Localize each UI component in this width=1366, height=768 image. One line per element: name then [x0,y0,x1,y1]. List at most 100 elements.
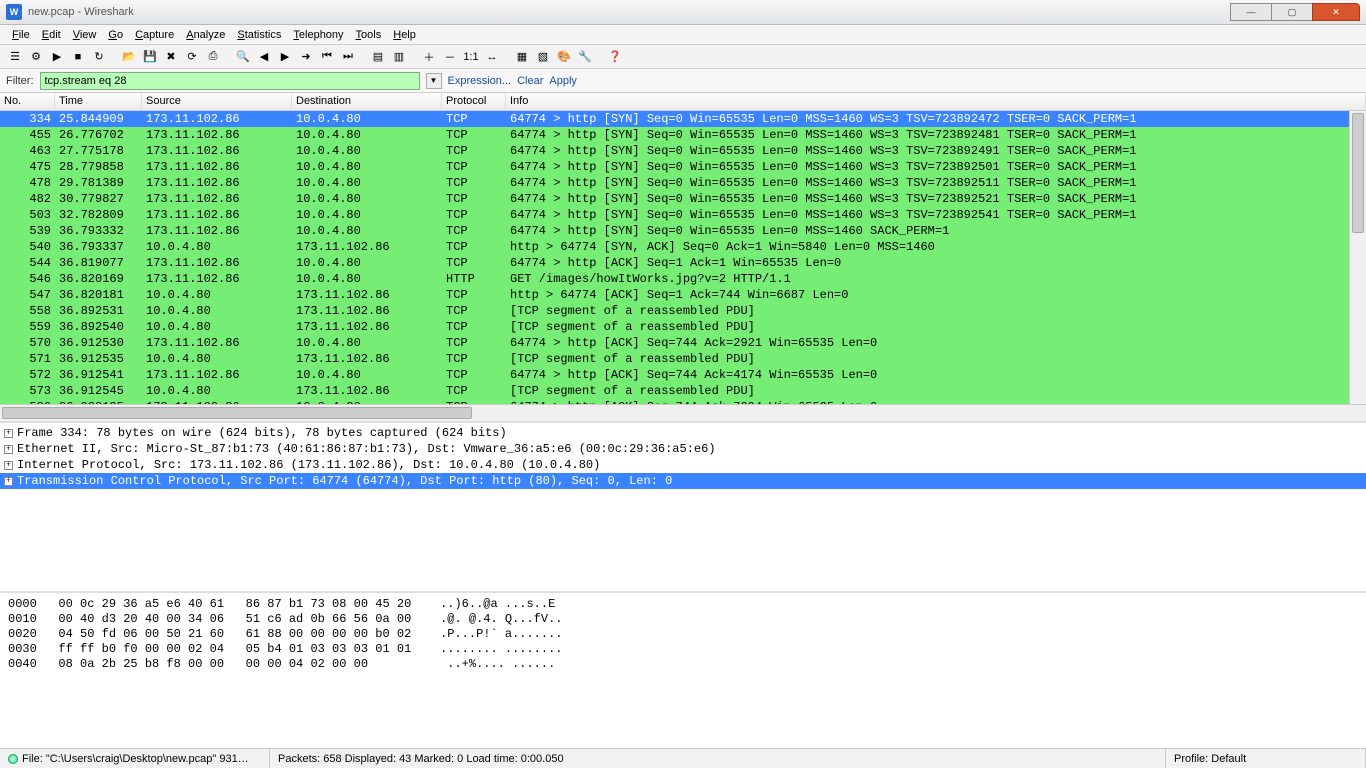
toolbar-separator [411,48,417,66]
reload-icon[interactable]: ⟳ [183,48,201,66]
display-filters-icon[interactable]: ▧ [534,48,552,66]
window-titlebar: W new.pcap - Wireshark — ▢ ✕ [0,0,1366,25]
expression-button[interactable]: Expression... [448,75,512,87]
expand-icon[interactable]: + [4,477,13,486]
menu-edit[interactable]: Edit [36,27,67,43]
menu-view[interactable]: View [67,27,103,43]
status-file[interactable]: File: "C:\Users\craig\Desktop\new.pcap" … [0,749,270,768]
print-icon[interactable]: ⎙ [204,48,222,66]
packet-bytes-pane[interactable]: 0000 00 0c 29 36 a5 e6 40 61 86 87 b1 73… [0,593,1366,743]
filter-label: Filter: [6,75,34,87]
wireshark-icon: W [6,4,22,20]
capture-options-icon[interactable]: ⚙ [27,48,45,66]
zoom-out-icon[interactable]: － [441,48,459,66]
vertical-scrollbar[interactable] [1349,111,1366,404]
menu-bar: FileEditViewGoCaptureAnalyzeStatisticsTe… [0,25,1366,45]
apply-button[interactable]: Apply [549,75,577,87]
find-icon[interactable]: 🔍 [234,48,252,66]
packet-row[interactable]: 45526.776702173.11.102.8610.0.4.80TCP647… [0,127,1366,143]
status-bar: File: "C:\Users\craig\Desktop\new.pcap" … [0,748,1366,768]
toolbar-separator [360,48,366,66]
menu-statistics[interactable]: Statistics [231,27,287,43]
restart-capture-icon[interactable]: ↻ [90,48,108,66]
filter-input[interactable] [40,72,420,90]
capture-filters-icon[interactable]: ▦ [513,48,531,66]
colorize-icon[interactable]: ▤ [369,48,387,66]
help-icon[interactable]: ❓ [606,48,624,66]
col-header-no[interactable]: No. [0,93,55,110]
menu-tools[interactable]: Tools [350,27,388,43]
toolbar-separator [225,48,231,66]
menu-go[interactable]: Go [102,27,129,43]
close-icon[interactable]: ✖ [162,48,180,66]
zoom-in-icon[interactable]: ＋ [420,48,438,66]
open-icon[interactable]: 📂 [120,48,138,66]
close-button[interactable]: ✕ [1312,3,1360,21]
go-last-icon[interactable]: ⏭ [339,48,357,66]
packet-row[interactable]: 55836.89253110.0.4.80173.11.102.86TCP[TC… [0,303,1366,319]
interfaces-icon[interactable]: ☰ [6,48,24,66]
resize-cols-icon[interactable]: ↔ [483,48,501,66]
menu-analyze[interactable]: Analyze [180,27,231,43]
packet-row[interactable]: 57136.91253510.0.4.80173.11.102.86TCP[TC… [0,351,1366,367]
packet-row[interactable]: 47829.781389173.11.102.8610.0.4.80TCP647… [0,175,1366,191]
filter-bar: Filter: ▼ Expression... Clear Apply [0,69,1366,93]
packet-row[interactable]: 54036.79333710.0.4.80173.11.102.86TCPhtt… [0,239,1366,255]
menu-file[interactable]: File [6,27,36,43]
packet-row[interactable]: 57336.91254510.0.4.80173.11.102.86TCP[TC… [0,383,1366,399]
menu-help[interactable]: Help [387,27,422,43]
maximize-button[interactable]: ▢ [1271,3,1313,21]
start-capture-icon[interactable]: ▶ [48,48,66,66]
stop-capture-icon[interactable]: ■ [69,48,87,66]
minimize-button[interactable]: — [1230,3,1272,21]
coloring-rules-icon[interactable]: 🎨 [555,48,573,66]
col-header-info[interactable]: Info [506,93,1366,110]
packet-row[interactable]: 48230.779827173.11.102.8610.0.4.80TCP647… [0,191,1366,207]
back-icon[interactable]: ◀ [255,48,273,66]
packet-row[interactable]: 33425.844909173.11.102.8610.0.4.80TCP647… [0,111,1366,127]
packet-row[interactable]: 54436.819077173.11.102.8610.0.4.80TCP647… [0,255,1366,271]
prefs-icon[interactable]: 🔧 [576,48,594,66]
clear-button[interactable]: Clear [517,75,543,87]
packet-list-pane: No. Time Source Destination Protocol Inf… [0,93,1366,423]
expert-info-icon[interactable] [8,754,18,764]
goto-icon[interactable]: ➜ [297,48,315,66]
detail-tree-item[interactable]: +Transmission Control Protocol, Src Port… [0,473,1366,489]
packet-row[interactable]: 50332.782809173.11.102.8610.0.4.80TCP647… [0,207,1366,223]
packet-row[interactable]: 47528.779858173.11.102.8610.0.4.80TCP647… [0,159,1366,175]
packet-row[interactable]: 54736.82018110.0.4.80173.11.102.86TCPhtt… [0,287,1366,303]
packet-row[interactable]: 57036.912530173.11.102.8610.0.4.80TCP647… [0,335,1366,351]
detail-tree-item[interactable]: +Frame 334: 78 bytes on wire (624 bits),… [0,425,1366,441]
go-first-icon[interactable]: ⏮ [318,48,336,66]
forward-icon[interactable]: ▶ [276,48,294,66]
expand-icon[interactable]: + [4,429,13,438]
packet-row[interactable]: 53936.793332173.11.102.8610.0.4.80TCP647… [0,223,1366,239]
expand-icon[interactable]: + [4,445,13,454]
packet-details-pane[interactable]: +Frame 334: 78 bytes on wire (624 bits),… [0,423,1366,593]
main-toolbar: ☰⚙▶■↻📂💾✖⟳⎙🔍◀▶➜⏮⏭▤▥＋－1:1↔▦▧🎨🔧❓ [0,45,1366,69]
packet-row[interactable]: 57236.912541173.11.102.8610.0.4.80TCP647… [0,367,1366,383]
col-header-time[interactable]: Time [55,93,142,110]
status-packets: Packets: 658 Displayed: 43 Marked: 0 Loa… [270,749,1166,768]
packet-list-header[interactable]: No. Time Source Destination Protocol Inf… [0,93,1366,111]
horizontal-scrollbar[interactable] [0,404,1366,421]
save-icon[interactable]: 💾 [141,48,159,66]
filter-dropdown-icon[interactable]: ▼ [426,73,442,89]
packet-row[interactable]: 46327.775178173.11.102.8610.0.4.80TCP647… [0,143,1366,159]
detail-tree-item[interactable]: +Ethernet II, Src: Micro-St_87:b1:73 (40… [0,441,1366,457]
menu-telephony[interactable]: Telephony [287,27,349,43]
toolbar-separator [111,48,117,66]
detail-tree-item[interactable]: +Internet Protocol, Src: 173.11.102.86 (… [0,457,1366,473]
expand-icon[interactable]: + [4,461,13,470]
window-title: new.pcap - Wireshark [28,6,134,18]
auto-scroll-icon[interactable]: ▥ [390,48,408,66]
packet-row[interactable]: 55936.89254010.0.4.80173.11.102.86TCP[TC… [0,319,1366,335]
col-header-destination[interactable]: Destination [292,93,442,110]
col-header-source[interactable]: Source [142,93,292,110]
status-profile[interactable]: Profile: Default [1166,749,1366,768]
zoom-reset-icon[interactable]: 1:1 [462,48,480,66]
toolbar-separator [504,48,510,66]
packet-row[interactable]: 54636.820169173.11.102.8610.0.4.80HTTPGE… [0,271,1366,287]
col-header-protocol[interactable]: Protocol [442,93,506,110]
menu-capture[interactable]: Capture [129,27,180,43]
